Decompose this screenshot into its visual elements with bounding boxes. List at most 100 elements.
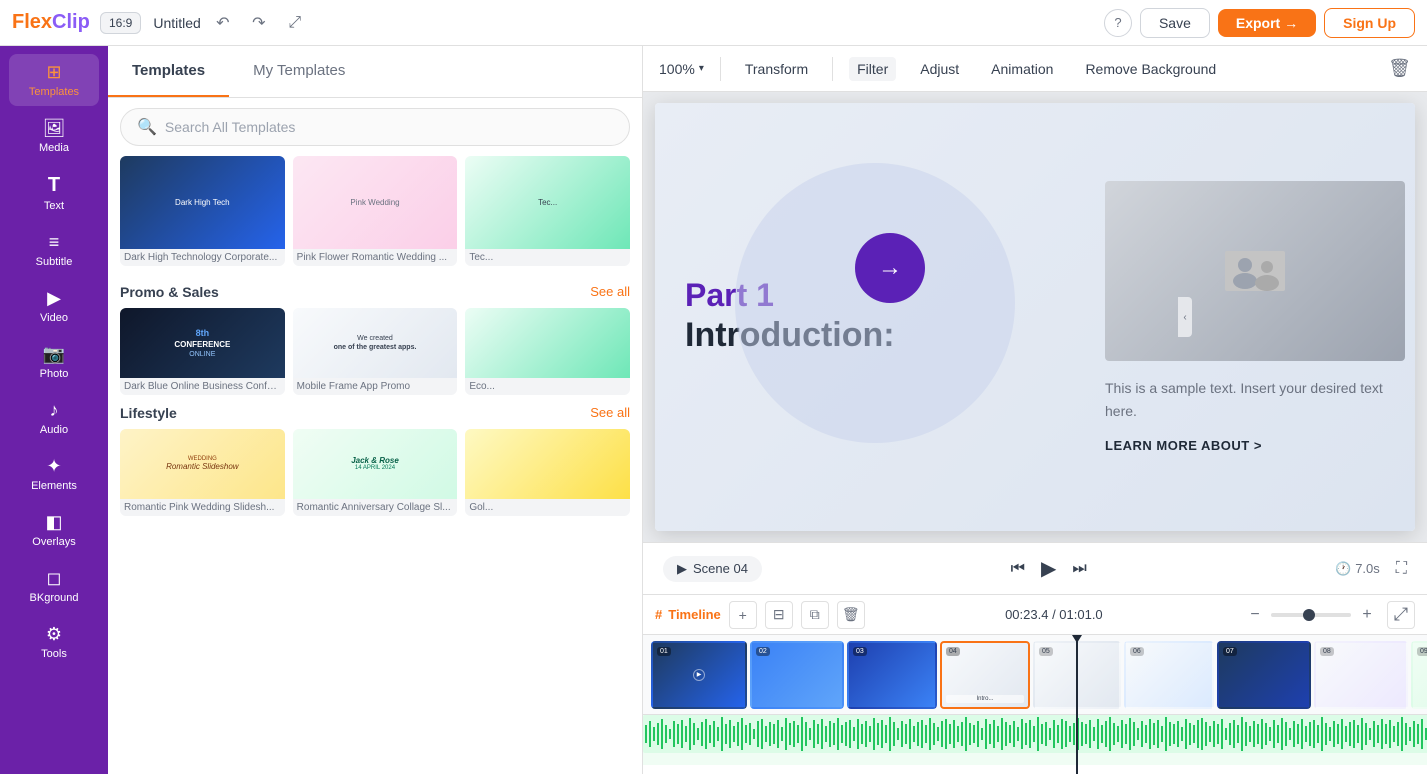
scene-controls: ▶ Scene 04 ⏮ ▶ ⏭ 🕐 7.0s ⛶	[643, 542, 1427, 594]
transform-button[interactable]: Transform	[737, 57, 816, 81]
sidebar-item-text-label: Text	[44, 200, 64, 212]
person-icon	[1225, 251, 1285, 291]
signup-button[interactable]: Sign Up	[1324, 8, 1415, 38]
zoom-in-button[interactable]: +	[1355, 603, 1379, 627]
canvas-content: → Part 1 Introduction:	[655, 103, 1415, 531]
search-input[interactable]	[165, 119, 613, 135]
zoom-slider[interactable]	[1271, 613, 1351, 617]
list-item[interactable]: Tec... Tec...	[465, 156, 630, 266]
table-row[interactable]: 09	[1411, 641, 1427, 709]
list-item[interactable]: Jack & Rose 14 APRIL 2024 Romantic Anniv…	[293, 429, 458, 516]
zoom-control[interactable]: 100% ▾	[659, 61, 704, 77]
main-area: ⊞ Templates 🖼 Media T Text ≡ Subtitle ▶ …	[0, 46, 1427, 774]
lifestyle-see-all-button[interactable]: See all	[590, 405, 630, 420]
photo-icon: 📷	[43, 344, 65, 365]
sidebar-item-text[interactable]: T Text	[9, 166, 99, 220]
sidebar-item-tools-label: Tools	[41, 648, 67, 660]
delete-clip-button[interactable]: 🗑	[837, 601, 865, 629]
redo-button[interactable]: ↷	[245, 9, 273, 37]
canvas-play-icon: →	[855, 233, 925, 303]
export-button[interactable]: Export →	[1218, 9, 1316, 37]
scene-time-value: 7.0s	[1355, 561, 1380, 576]
list-item[interactable]: WEDDING Romantic Slideshow Romantic Pink…	[120, 429, 285, 516]
table-row[interactable]: 02	[750, 641, 844, 709]
remove-bg-button[interactable]: Remove Background	[1077, 57, 1224, 81]
help-button[interactable]: ?	[1104, 9, 1132, 37]
list-item[interactable]: 8th CONFERENCE ONLINE Dark Blue Online B…	[120, 308, 285, 395]
tools-icon: ⚙	[46, 624, 62, 645]
promo-section-header: Promo & Sales See all	[120, 274, 630, 308]
timeline-playhead	[1076, 635, 1078, 774]
audio-track: // Generated inline wave	[643, 715, 1427, 765]
fullscreen-button[interactable]: ⤢	[281, 9, 309, 37]
template-tabs: Templates My Templates	[108, 46, 642, 98]
sidebar-item-subtitle[interactable]: ≡ Subtitle	[9, 224, 99, 276]
expand-timeline-button[interactable]: ⤢	[1387, 601, 1415, 629]
duplicate-button[interactable]: ⧉	[801, 601, 829, 629]
adjust-button[interactable]: Adjust	[912, 57, 967, 81]
template-content: Dark High Tech Dark High Technology Corp…	[108, 156, 642, 774]
editor-area: 100% ▾ Transform Filter Adjust Animation…	[643, 46, 1427, 774]
template-panel: Templates My Templates 🔍 Dark High Tech …	[108, 46, 643, 774]
collapse-icon: ‹	[1183, 312, 1186, 323]
save-button[interactable]: Save	[1140, 8, 1210, 38]
sidebar-item-photo-label: Photo	[40, 368, 69, 380]
list-item[interactable]: We created one of the greatest apps. Mob…	[293, 308, 458, 395]
sidebar-item-tools[interactable]: ⚙ Tools	[9, 616, 99, 668]
split-button[interactable]: ⊟	[765, 601, 793, 629]
sidebar-item-media[interactable]: 🖼 Media	[9, 110, 99, 162]
next-scene-button[interactable]: ⏭	[1072, 560, 1086, 578]
canvas-circle-bg	[735, 163, 1015, 443]
animation-button[interactable]: Animation	[983, 57, 1061, 81]
prev-scene-button[interactable]: ⏮	[1011, 560, 1025, 578]
collapse-panel-button[interactable]: ‹	[1178, 297, 1192, 337]
promo-grid: 8th CONFERENCE ONLINE Dark Blue Online B…	[120, 308, 630, 395]
promo-see-all-button[interactable]: See all	[590, 284, 630, 299]
tab-my-templates[interactable]: My Templates	[229, 46, 369, 97]
table-row[interactable]: 01 ▶	[651, 641, 747, 709]
add-timeline-button[interactable]: +	[729, 601, 757, 629]
filter-button[interactable]: Filter	[849, 57, 896, 81]
delete-button[interactable]: 🗑	[1388, 58, 1411, 79]
timeline-label-text: Timeline	[668, 607, 721, 622]
sidebar-item-audio[interactable]: ♪ Audio	[9, 392, 99, 444]
sidebar-item-video[interactable]: ▶ Video	[9, 280, 99, 332]
bkground-icon: ◻	[47, 568, 62, 589]
table-row[interactable]: 04 Intro...	[940, 641, 1030, 709]
zoom-out-button[interactable]: −	[1243, 603, 1267, 627]
sidebar-item-media-label: Media	[39, 142, 69, 154]
sidebar-item-templates[interactable]: ⊞ Templates	[9, 54, 99, 106]
undo-button[interactable]: ↶	[209, 9, 237, 37]
canvas-sample-text: This is a sample text. Insert your desir…	[1105, 377, 1385, 422]
clock-icon: 🕐	[1335, 561, 1351, 576]
list-item[interactable]: Gol...	[465, 429, 630, 516]
play-button[interactable]: ▶	[1041, 556, 1056, 581]
table-row[interactable]: 03	[847, 641, 937, 709]
table-row[interactable]: 07	[1217, 641, 1311, 709]
canvas-fullscreen-button[interactable]: ⛶	[1396, 560, 1407, 578]
list-item[interactable]: Dark High Tech Dark High Technology Corp…	[120, 156, 285, 266]
table-row[interactable]: 08	[1314, 641, 1408, 709]
sidebar-item-overlays[interactable]: ◧ Overlays	[9, 504, 99, 556]
promo-section-title: Promo & Sales	[120, 284, 219, 300]
list-item[interactable]: Pink Wedding Pink Flower Romantic Weddin…	[293, 156, 458, 266]
list-item[interactable]: Eco...	[465, 308, 630, 395]
toolbar-divider-2	[832, 57, 833, 81]
table-row[interactable]: 06	[1124, 641, 1214, 709]
sidebar-item-elements[interactable]: ✦ Elements	[9, 448, 99, 500]
aspect-ratio-badge[interactable]: 16:9	[100, 12, 141, 34]
sidebar-item-photo[interactable]: 📷 Photo	[9, 336, 99, 388]
canvas-image	[1105, 181, 1405, 361]
media-icon: 🖼	[43, 118, 66, 139]
sidebar-item-elements-label: Elements	[31, 480, 77, 492]
play-controls: ⏮ ▶ ⏭	[1011, 556, 1087, 581]
search-input-wrap[interactable]: 🔍	[120, 108, 630, 146]
tab-templates[interactable]: Templates	[108, 46, 229, 97]
zoom-value: 100%	[659, 61, 695, 77]
canvas-learn-more: LEARN MORE ABOUT >	[1105, 438, 1385, 453]
canvas-right-content: This is a sample text. Insert your desir…	[1075, 103, 1415, 531]
sidebar-item-bkground[interactable]: ◻ BKground	[9, 560, 99, 612]
sidebar-item-bkground-label: BKground	[30, 592, 79, 604]
play-scene-icon: ▶	[677, 561, 687, 577]
template-card-label: Tec...	[465, 249, 630, 266]
